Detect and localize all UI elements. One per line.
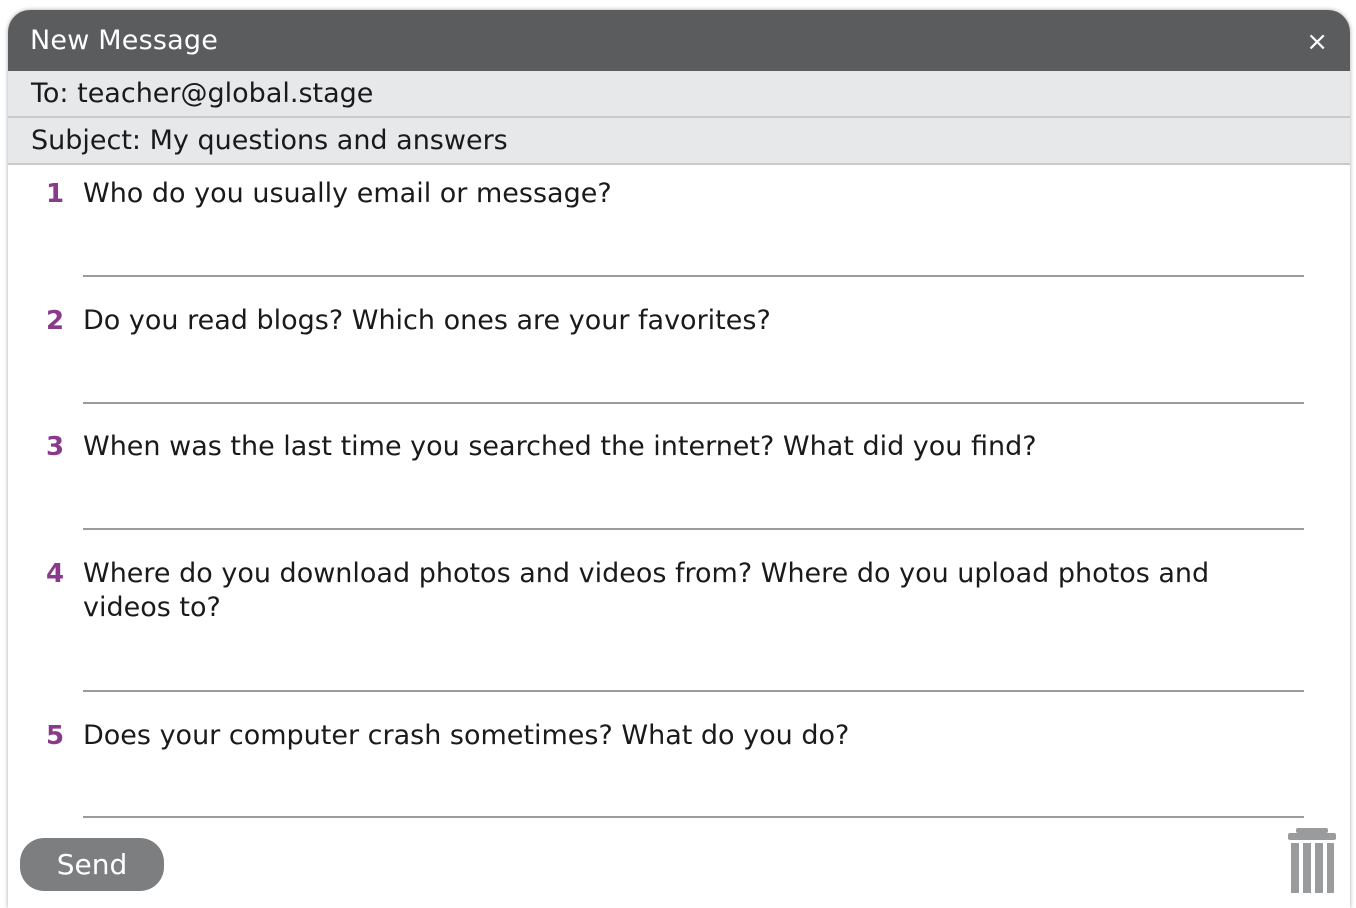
titlebar: New Message ×: [8, 10, 1350, 71]
question-number: 5: [46, 721, 65, 751]
answer-line[interactable]: [83, 275, 1304, 277]
answer-line[interactable]: [83, 402, 1304, 404]
question-text: When was the last time you searched the …: [83, 431, 1037, 462]
question-number: 4: [46, 559, 65, 589]
compose-window: New Message × To: teacher@global.stage S…: [8, 10, 1350, 908]
question-text: Where do you download photos and videos …: [83, 558, 1210, 623]
window-title: New Message: [30, 25, 219, 56]
question-text: Do you read blogs? Which ones are your f…: [83, 305, 771, 336]
answer-line[interactable]: [83, 690, 1304, 692]
close-icon[interactable]: ×: [1306, 29, 1328, 55]
subject-field[interactable]: Subject: My questions and answers: [8, 118, 1350, 165]
question-number: 1: [46, 179, 65, 209]
answer-line[interactable]: [83, 816, 1304, 818]
question-number: 3: [46, 432, 65, 462]
question-number: 2: [46, 306, 65, 336]
send-button[interactable]: Send: [20, 838, 164, 891]
answer-line[interactable]: [83, 528, 1304, 530]
question-text: Does your computer crash sometimes? What…: [83, 720, 850, 751]
trash-icon[interactable]: [1286, 828, 1338, 898]
to-field[interactable]: To: teacher@global.stage: [8, 71, 1350, 118]
question-text: Who do you usually email or message?: [83, 178, 612, 209]
